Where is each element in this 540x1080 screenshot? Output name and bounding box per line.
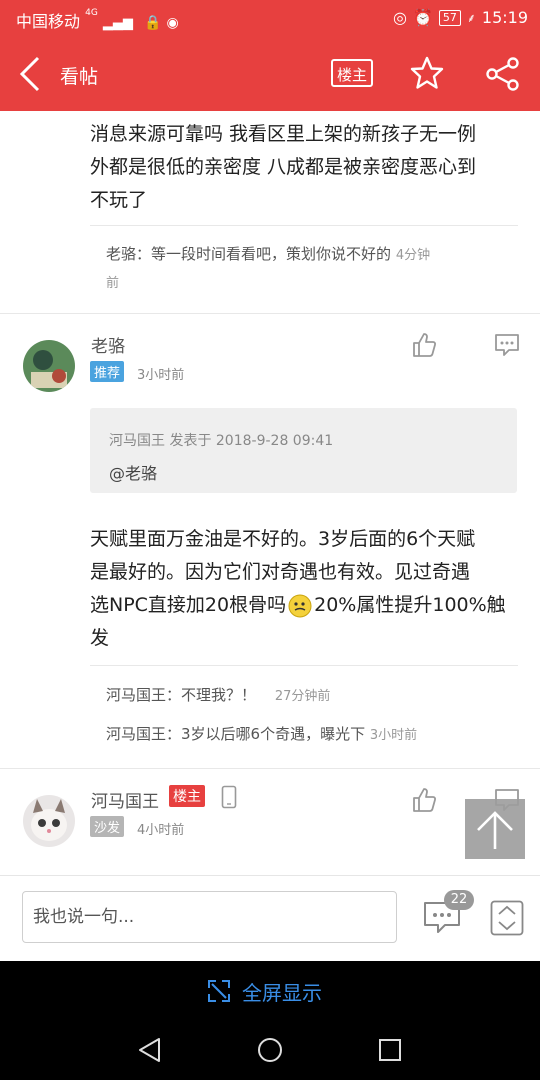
alarm-icon: ⏰ [412, 8, 433, 27]
recommend-badge: 推荐 [90, 361, 125, 382]
emoji-icon [288, 594, 312, 617]
comment-divider [0, 313, 540, 314]
clock-time: 15:19 [481, 8, 528, 27]
nav-back-icon[interactable] [137, 1037, 163, 1063]
comment-line-part: 20%属性提升100%触 [314, 594, 506, 616]
reply-user: 河马国王： [106, 686, 182, 704]
eye-icon: ◎ [392, 8, 407, 27]
page-nav-icon[interactable] [490, 900, 524, 936]
thumbs-up-icon[interactable] [411, 332, 437, 358]
reply-text: 3岁以后哪6个奇遇，曝光下 [181, 725, 366, 743]
arrow-up-icon [477, 811, 513, 849]
quote-block: 河马国王 发表于 2018-9-28 09:41 @老骆 [90, 408, 517, 493]
comment-line-part: 选NPC直接加20根骨吗 [90, 594, 287, 616]
notification-icon: 🔒 [144, 15, 162, 31]
system-nav-bar [0, 1021, 540, 1080]
fullscreen-icon [208, 980, 230, 1002]
thumbs-up-icon[interactable] [411, 787, 437, 813]
post-line: 不玩了 [90, 189, 148, 211]
star-icon[interactable] [410, 56, 444, 90]
comment-line: 是最好的。因为它们对奇遇也有效。见过奇遇 [90, 561, 471, 583]
fullscreen-bar[interactable]: 全屏显示 [0, 961, 540, 1021]
nav-home-icon[interactable] [256, 1036, 284, 1064]
status-carrier: 中国移动 4G ▂▄▆ 🔒 ◉ [16, 8, 179, 32]
avatar[interactable] [23, 340, 75, 392]
comment-body: 天赋里面万金油是不好的。3岁后面的6个天赋 是最好的。因为它们对奇遇也有效。见过… [90, 523, 520, 655]
comment-username[interactable]: 老骆 [91, 332, 125, 357]
signal-icon: ▂▄▆ [102, 16, 133, 31]
scroll-to-top-button[interactable] [465, 799, 525, 859]
sub-reply[interactable]: 老骆：等一段时间看看吧，策划你说不好的 4分钟 前 [106, 241, 506, 297]
sofa-badge: 沙发 [90, 816, 125, 837]
comment-time: 3小时前 [137, 368, 185, 383]
quote-meta: 河马国王 发表于 2018-9-28 09:41 [109, 433, 334, 449]
phone-icon [221, 785, 237, 809]
network-type: 4G [85, 8, 98, 18]
post-line: 外都是很低的亲密度 八成都是被亲密度恶心到 [90, 156, 477, 178]
page-title: 看帖 [60, 66, 99, 88]
reply-time-cont: 前 [106, 276, 120, 291]
leaf-icon: ⸙ [466, 11, 476, 25]
app-header: 中国移动 4G ▂▄▆ 🔒 ◉ ◎ ⏰ 57 ⸙ 15:19 看帖 楼主 [0, 0, 540, 111]
reply-text: 等一段时间看看吧，策划你说不好的 [151, 245, 392, 263]
sub-reply[interactable]: 河马国王：不理我？！ 27分钟前 [106, 682, 330, 710]
owner-badge: 楼主 [169, 785, 205, 807]
sub-reply[interactable]: 河马国王：3岁以后哪6个奇遇，曝光下 3小时前 [106, 721, 417, 749]
avatar[interactable] [23, 795, 75, 847]
carrier-name: 中国移动 [16, 12, 81, 31]
reply-text: 不理我？！ [181, 686, 257, 704]
back-arrow-icon[interactable] [18, 56, 42, 92]
browser-icon: ◉ [166, 15, 179, 31]
post-line: 消息来源可靠吗 我看区里上架的新孩子无一例 [90, 123, 477, 145]
quote-text: @老骆 [109, 464, 158, 483]
battery-level: 57 [438, 9, 461, 26]
reply-time: 4分钟 [395, 248, 431, 263]
comment-username[interactable]: 河马国王 [91, 787, 159, 812]
reply-user: 老骆： [106, 245, 152, 263]
divider [90, 225, 518, 226]
nav-recents-icon[interactable] [378, 1038, 402, 1062]
comment-line: 选NPC直接加20根骨吗 20%属性提升100%触 [90, 589, 520, 622]
post-body-top: 消息来源可靠吗 我看区里上架的新孩子无一例 外都是很低的亲密度 八成都是被亲密度… [90, 118, 520, 217]
comment-line: 天赋里面万金油是不好的。3岁后面的6个天赋 [90, 528, 476, 550]
fullscreen-label: 全屏显示 [242, 981, 322, 1005]
comment-divider [0, 768, 540, 769]
comment-line: 发 [90, 627, 110, 649]
reply-time: 3小时前 [369, 728, 418, 743]
share-icon[interactable] [486, 57, 520, 91]
comment-time: 4小时前 [137, 823, 185, 838]
reply-time: 27分钟前 [274, 689, 331, 704]
comment-input[interactable] [22, 891, 397, 943]
owner-only-button[interactable]: 楼主 [331, 59, 373, 87]
divider [90, 665, 518, 666]
reply-user: 河马国王： [106, 725, 182, 743]
comment-count-badge: 22 [444, 890, 474, 910]
comment-icon[interactable] [494, 333, 520, 357]
status-right: ◎ ⏰ 57 ⸙ 15:19 [393, 8, 528, 27]
